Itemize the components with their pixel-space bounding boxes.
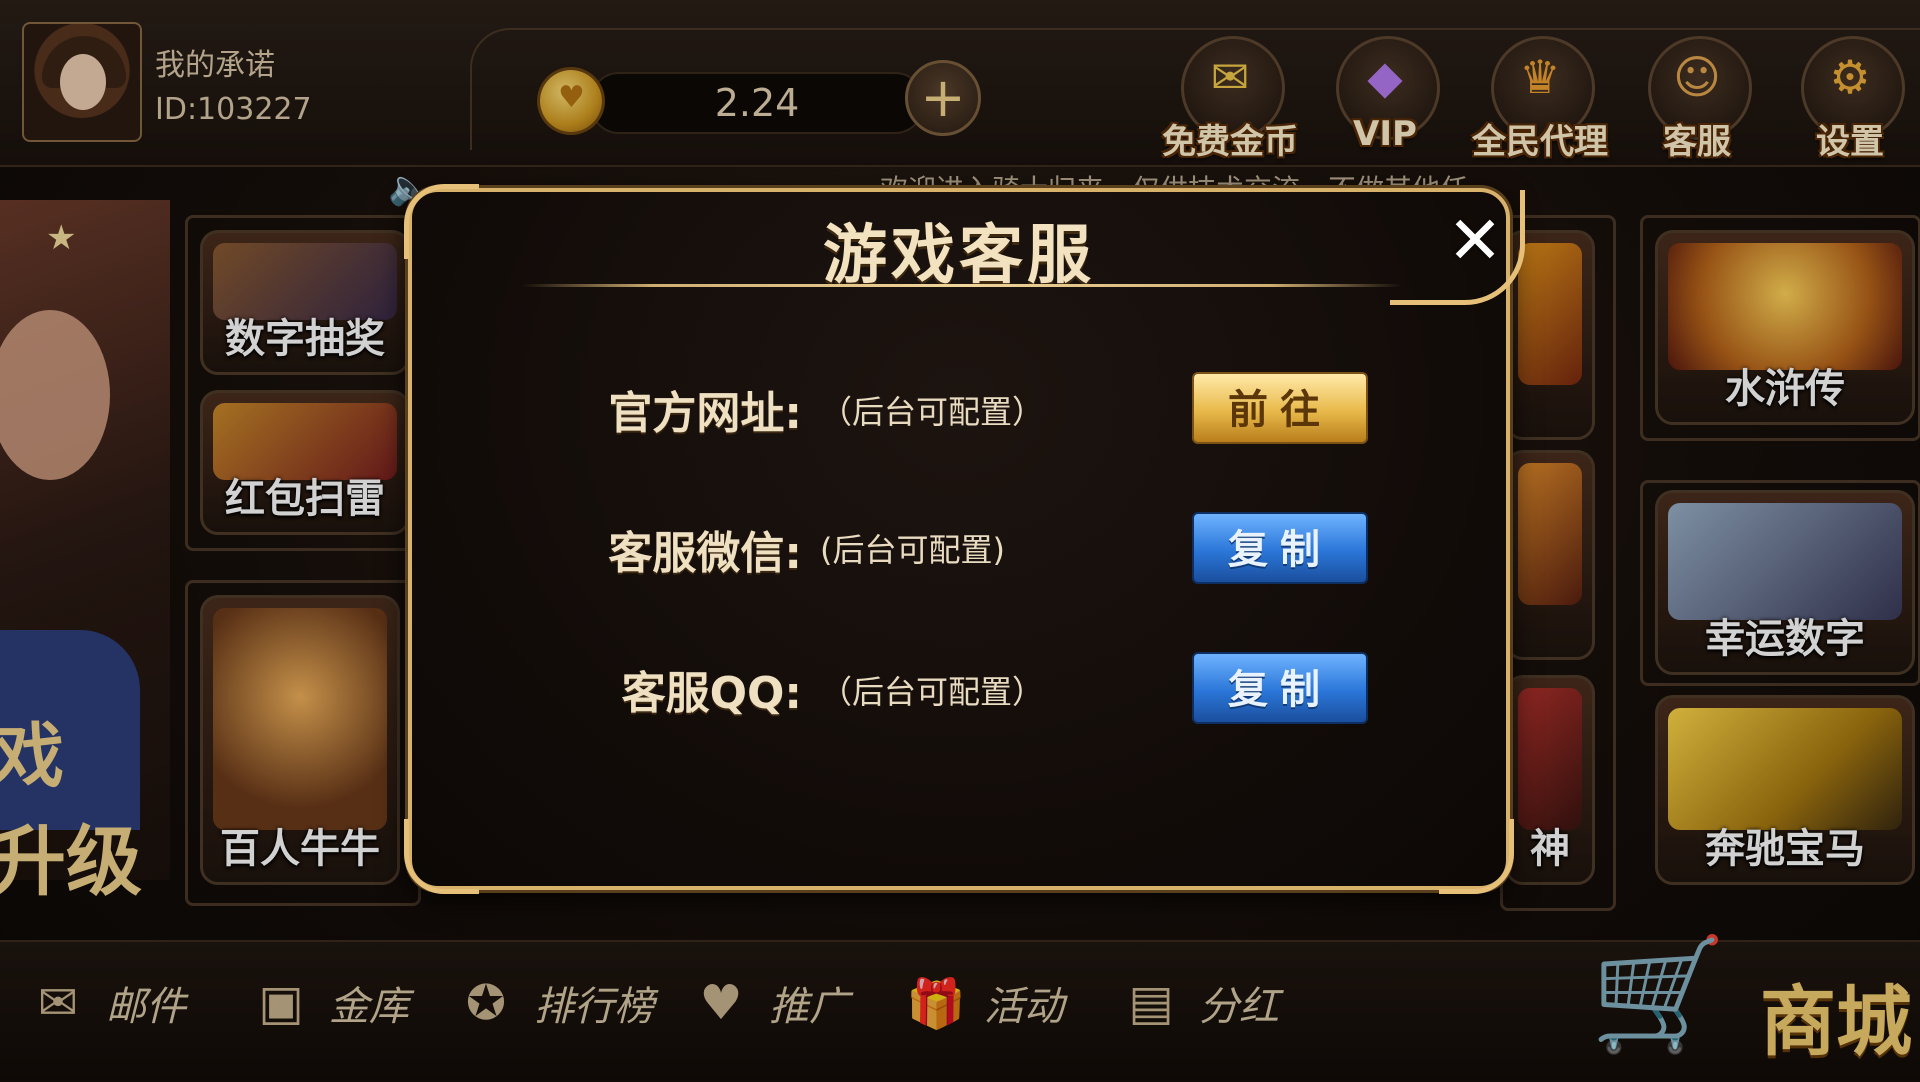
wechat-label: 客服微信: — [608, 528, 802, 579]
qq-value: （后台可配置） — [820, 673, 1045, 711]
go-to-site-button[interactable]: 前往 — [1192, 372, 1368, 444]
qq-label: 客服QQ: — [621, 668, 802, 719]
copy-wechat-button[interactable]: 复制 — [1192, 512, 1368, 584]
dialog-title: 游戏客服 — [823, 219, 1095, 293]
dialog-corner-ornament — [404, 819, 479, 894]
official-site-value: （后台可配置） — [820, 393, 1045, 431]
wechat-value: (后台可配置) — [820, 531, 1005, 569]
support-dialog: 游戏客服 官方网址: （后台可配置） 前往 客服微信: (后台可配置) 复制 客… — [404, 184, 1514, 894]
title-divider — [522, 284, 1402, 287]
copy-qq-button[interactable]: 复制 — [1192, 652, 1368, 724]
official-site-label: 官方网址: — [608, 388, 802, 439]
close-button[interactable]: ✕ — [1432, 198, 1518, 284]
